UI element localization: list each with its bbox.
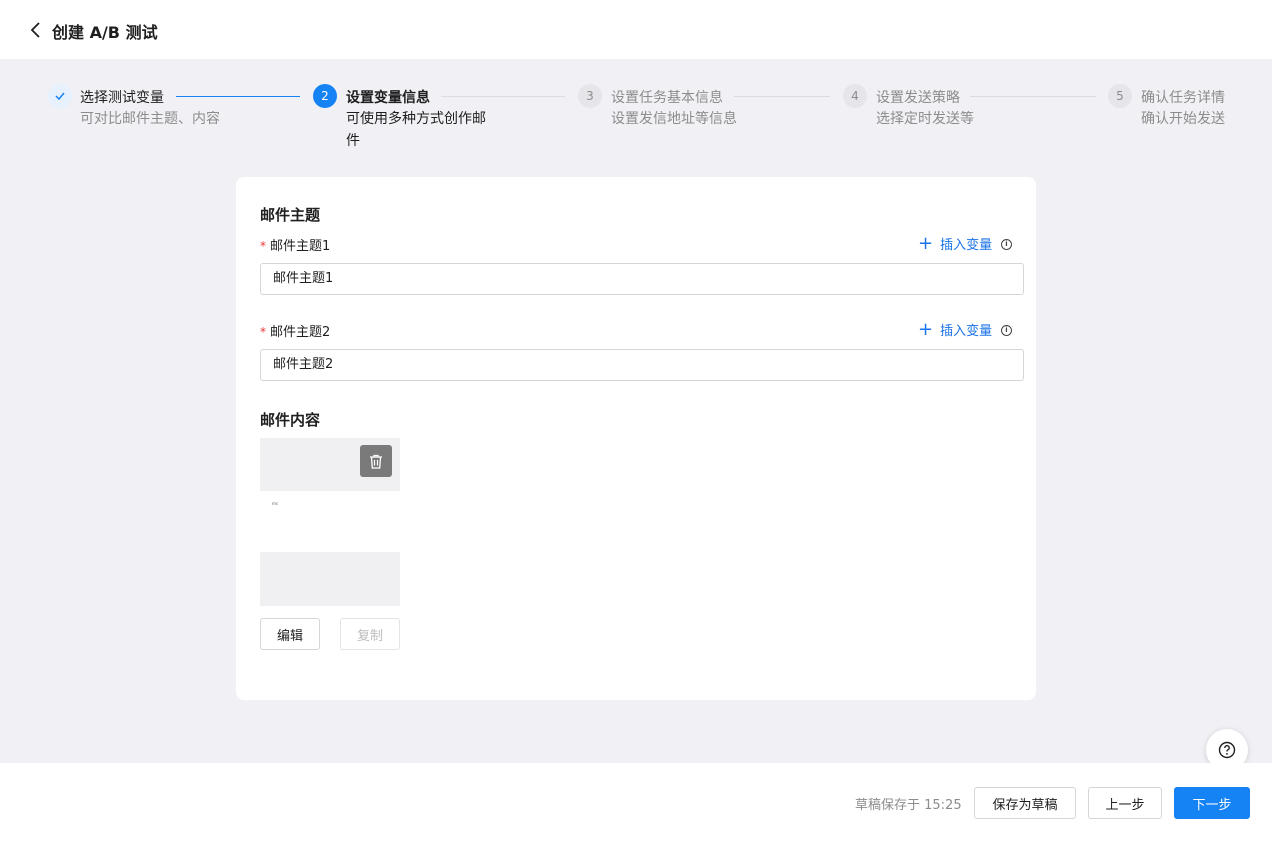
stepper: 选择测试变量 可对比邮件主题、内容 2 设置变量信息 可使用多种方式创作邮件 3… [0, 84, 1272, 164]
step-5-title: 确认任务详情 [1141, 90, 1225, 106]
step-2-desc: 可使用多种方式创作邮件 [346, 111, 486, 149]
step-2-number: 2 [313, 84, 337, 108]
trash-icon[interactable] [360, 445, 392, 477]
info-icon[interactable]: i [1001, 239, 1012, 250]
subject2-label: * 邮件主题2 [260, 321, 330, 340]
preview-footer-block [260, 552, 400, 606]
check-icon [48, 84, 72, 108]
subject1-label-text: 邮件主题1 [270, 239, 331, 254]
subject-section-title: 邮件主题 [260, 206, 321, 224]
footer-bar: 草稿保存于 15:25 保存为草稿 上一步 下一步 [0, 763, 1272, 843]
step-connector [970, 96, 1096, 97]
insert-variable-button-2[interactable]: + 插入变量 [918, 320, 992, 339]
step-3-number: 3 [578, 84, 602, 108]
save-draft-button[interactable]: 保存为草稿 [974, 787, 1076, 819]
subject1-label: * 邮件主题1 [260, 235, 330, 254]
required-mark: * [260, 325, 266, 339]
variable-form-card: 邮件主题 * 邮件主题1 + 插入变量 i 邮件主题1 * 邮件主题2 + 插入变量 i… [236, 177, 1036, 700]
subject2-input[interactable]: 邮件主题2 [260, 349, 1024, 381]
required-mark: * [260, 239, 266, 253]
subject1-input[interactable]: 邮件主题1 [260, 263, 1024, 295]
copy-button[interactable]: 复制 [340, 618, 400, 650]
next-step-button[interactable]: 下一步 [1174, 787, 1250, 819]
step-4-desc: 选择定时发送等 [876, 111, 974, 127]
insert-variable-label: 插入变量 [940, 238, 993, 253]
step-connector [441, 96, 565, 97]
step-2-title: 设置变量信息 [346, 90, 430, 106]
step-5-desc: 确认开始发送 [1141, 111, 1225, 127]
step-3-desc: 设置发信地址等信息 [611, 111, 737, 127]
header-bar: 创建 A/B 测试 [0, 0, 1272, 59]
step-3-title: 设置任务基本信息 [611, 90, 723, 106]
plus-icon: + [918, 232, 934, 254]
step-1-title: 选择测试变量 [80, 90, 164, 106]
email-content-preview[interactable]: ms [260, 438, 400, 606]
prev-step-button[interactable]: 上一步 [1088, 787, 1162, 819]
step-1-desc: 可对比邮件主题、内容 [80, 111, 220, 127]
step-connector [176, 96, 300, 97]
draft-save-status: 草稿保存于 15:25 [855, 798, 962, 813]
step-5-number: 5 [1108, 84, 1132, 108]
step-4-number: 4 [843, 84, 867, 108]
plus-icon: + [918, 318, 934, 340]
content-section-title: 邮件内容 [260, 411, 321, 429]
page-title: 创建 A/B 测试 [52, 23, 158, 42]
subject2-label-text: 邮件主题2 [270, 325, 331, 340]
preview-text: ms [272, 501, 278, 506]
step-4-title: 设置发送策略 [876, 90, 960, 106]
edit-button[interactable]: 编辑 [260, 618, 320, 650]
insert-variable-label: 插入变量 [940, 324, 993, 339]
info-icon[interactable]: i [1001, 325, 1012, 336]
back-arrow-icon[interactable] [26, 20, 46, 40]
insert-variable-button-1[interactable]: + 插入变量 [918, 234, 992, 253]
step-connector [734, 96, 830, 97]
